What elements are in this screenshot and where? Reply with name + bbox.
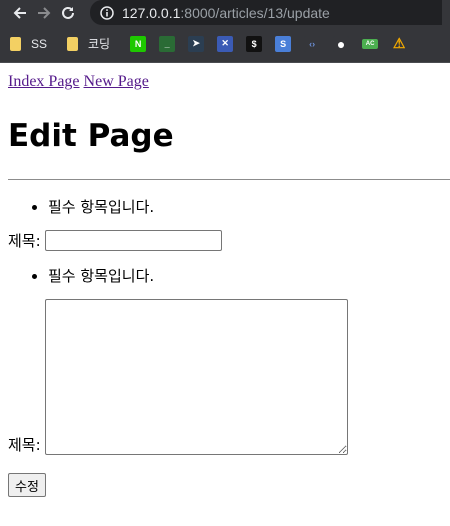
browser-toolbar: 127.0.0.1:8000/articles/13/update bbox=[0, 0, 450, 25]
reload-icon bbox=[62, 6, 74, 19]
content-textarea[interactable] bbox=[44, 299, 348, 455]
content-row: 제목: bbox=[8, 299, 442, 455]
title-row: 제목: bbox=[8, 230, 442, 251]
ac-icon[interactable]: AC bbox=[362, 38, 379, 49]
divider bbox=[8, 179, 450, 180]
bookmark-folder-ss[interactable]: SS bbox=[10, 36, 48, 51]
back-button[interactable] bbox=[8, 0, 32, 25]
terminal-green-icon[interactable]: _ bbox=[159, 35, 176, 52]
title-error: 필수 항목입니다. bbox=[48, 196, 442, 218]
arrow-right-icon bbox=[38, 6, 51, 19]
warning-icon[interactable]: ⚠ bbox=[391, 35, 408, 52]
bookmarks-bar: SS 코딩 N _ ➤ ✕ $ S ‹› ● AC ⚠ bbox=[0, 25, 450, 63]
content-error: 필수 항목입니다. bbox=[48, 265, 442, 287]
x-tool-icon[interactable]: ✕ bbox=[217, 35, 234, 52]
dollar-icon[interactable]: $ bbox=[246, 35, 263, 52]
reload-button[interactable] bbox=[56, 0, 80, 25]
arrow-left-icon bbox=[13, 6, 26, 19]
naver-icon[interactable]: N bbox=[130, 35, 147, 52]
s-icon[interactable]: S bbox=[275, 35, 292, 52]
nav-links: Index Page New Page bbox=[8, 71, 442, 93]
forward-button[interactable] bbox=[32, 0, 56, 25]
title-error-list: 필수 항목입니다. bbox=[8, 196, 442, 218]
title-label: 제목: bbox=[8, 232, 41, 250]
bookmark-folder-coding[interactable]: 코딩 bbox=[67, 35, 110, 52]
code-icon[interactable]: ‹› bbox=[304, 35, 321, 52]
folder-icon bbox=[10, 36, 21, 51]
bookmark-folder-label: 코딩 bbox=[88, 37, 111, 51]
index-page-link[interactable]: Index Page bbox=[8, 73, 80, 90]
content-error-list: 필수 항목입니다. bbox=[8, 265, 442, 287]
info-icon bbox=[100, 5, 114, 20]
address-bar[interactable]: 127.0.0.1:8000/articles/13/update bbox=[90, 0, 442, 25]
page-title: Edit Page bbox=[8, 118, 174, 154]
new-page-link[interactable]: New Page bbox=[84, 73, 149, 90]
url-path: :8000/articles/13/update bbox=[180, 4, 330, 21]
content-label: 제목: bbox=[8, 436, 41, 454]
bird-icon[interactable]: ➤ bbox=[188, 35, 205, 52]
submit-button[interactable]: 수정 bbox=[8, 473, 46, 497]
github-icon[interactable]: ● bbox=[333, 35, 350, 52]
page-content: Index Page New Page Edit Page 필수 항목입니다. … bbox=[0, 63, 450, 505]
url-host: 127.0.0.1 bbox=[122, 4, 181, 21]
bookmark-folder-label: SS bbox=[31, 36, 48, 51]
folder-icon bbox=[67, 36, 79, 51]
title-input[interactable] bbox=[44, 230, 222, 251]
bookmark-icons: N _ ➤ ✕ $ S ‹› ● AC ⚠ bbox=[130, 35, 420, 52]
